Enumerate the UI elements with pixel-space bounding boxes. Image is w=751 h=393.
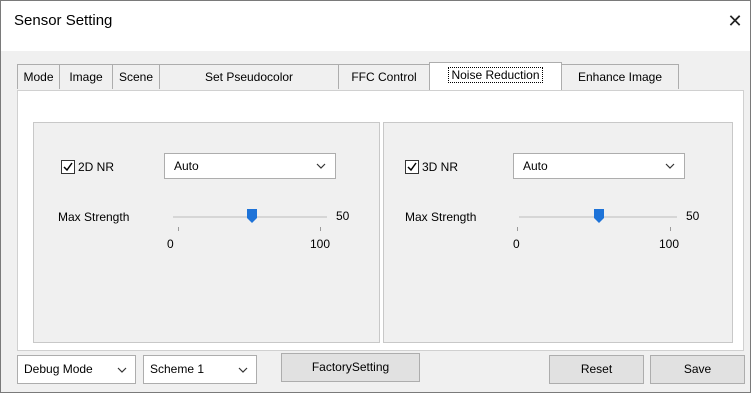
scheme-select[interactable]: Scheme 1 (143, 355, 257, 384)
nr3d-strength-value: 50 (686, 209, 700, 223)
nr2d-group: 2D NR Auto Max Strength 50 0 100 (33, 122, 380, 343)
nr3d-min-tick (517, 227, 518, 231)
nr2d-slider-min: 0 (167, 237, 174, 251)
tab-noise-reduction[interactable]: Noise Reduction (429, 62, 562, 91)
nr2d-slider-max: 100 (310, 237, 331, 251)
title-bar: Sensor Setting ✕ (1, 1, 750, 51)
nr2d-checkbox[interactable] (61, 160, 75, 174)
nr3d-group: 3D NR Auto Max Strength 50 0 100 (383, 122, 733, 343)
tab-scene[interactable]: Scene (112, 64, 160, 89)
debug-mode-select[interactable]: Debug Mode (17, 355, 136, 384)
nr3d-max-strength-label: Max Strength (405, 210, 477, 224)
tab-mode-label: Mode (23, 70, 54, 84)
sensor-setting-dialog: Sensor Setting ✕ Mode Image Scene Set Ps… (0, 0, 751, 393)
nr2d-mode-select[interactable]: Auto (164, 153, 336, 179)
tab-image[interactable]: Image (59, 64, 113, 89)
chevron-down-icon (238, 367, 248, 373)
reset-button[interactable]: Reset (549, 355, 644, 384)
checkmark-icon (63, 162, 73, 172)
chevron-down-icon (117, 367, 127, 373)
tab-set-pseudocolor-label: Set Pseudocolor (204, 70, 294, 84)
scheme-value: Scheme 1 (150, 362, 205, 376)
tab-enhance-image[interactable]: Enhance Image (561, 64, 679, 89)
nr3d-max-tick (670, 227, 671, 231)
chevron-down-icon (316, 163, 326, 169)
tab-set-pseudocolor[interactable]: Set Pseudocolor (159, 64, 339, 89)
nr3d-mode-value: Auto (523, 159, 548, 173)
tab-ffc-control-label: FFC Control (351, 70, 417, 84)
debug-mode-value: Debug Mode (24, 362, 93, 376)
dialog-title: Sensor Setting (14, 12, 113, 29)
nr2d-strength-value: 50 (336, 209, 350, 223)
noise-reduction-panel: 2D NR Auto Max Strength 50 0 100 3D NR A… (17, 90, 744, 351)
save-button[interactable]: Save (650, 355, 745, 384)
nr3d-checkbox[interactable] (405, 160, 419, 174)
nr3d-checkbox-label: 3D NR (422, 160, 459, 174)
nr2d-max-tick (320, 227, 321, 231)
nr2d-mode-value: Auto (174, 159, 199, 173)
tab-ffc-control[interactable]: FFC Control (338, 64, 430, 89)
nr2d-checkbox-label: 2D NR (78, 160, 115, 174)
chevron-down-icon (665, 163, 675, 169)
tab-noise-reduction-label: Noise Reduction (448, 67, 543, 83)
nr2d-slider-thumb[interactable] (247, 209, 257, 223)
tab-mode[interactable]: Mode (17, 64, 60, 89)
nr2d-max-strength-label: Max Strength (58, 210, 130, 224)
factory-setting-button[interactable]: FactorySetting (281, 353, 420, 382)
nr3d-slider-min: 0 (513, 237, 520, 251)
tab-image-label: Image (69, 70, 103, 84)
nr2d-min-tick (178, 227, 179, 231)
nr3d-slider-thumb[interactable] (594, 209, 604, 223)
nr3d-slider-max: 100 (659, 237, 680, 251)
close-icon[interactable]: ✕ (723, 9, 747, 33)
nr3d-mode-select[interactable]: Auto (513, 153, 685, 179)
checkmark-icon (407, 162, 417, 172)
tab-scene-label: Scene (118, 70, 154, 84)
tab-enhance-image-label: Enhance Image (577, 70, 663, 84)
